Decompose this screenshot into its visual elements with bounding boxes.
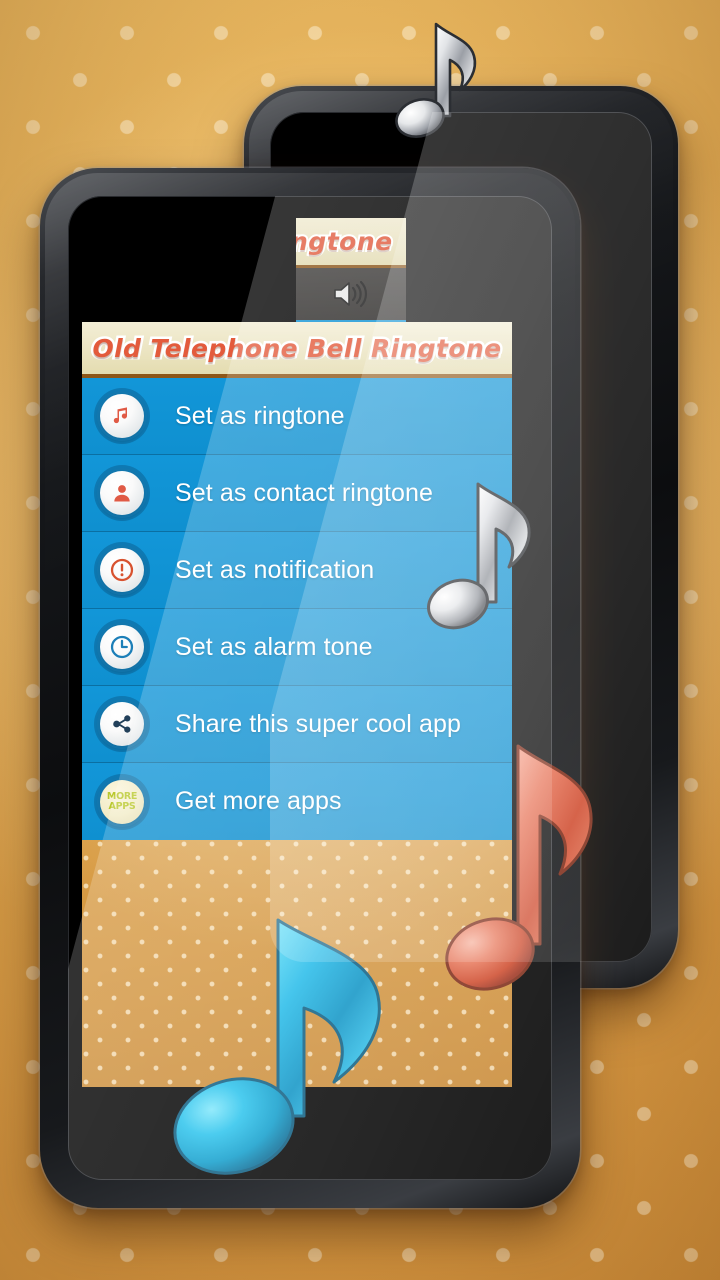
menu-item-set-as-ringtone[interactable]: Set as ringtone xyxy=(82,378,512,455)
share-icon-wrap xyxy=(100,702,144,746)
menu-item-label: Get more apps xyxy=(175,787,342,815)
menu-item-get-more-apps[interactable]: MORE APPS Get more apps xyxy=(82,763,512,840)
page-title: Old Telephone Bell Ringtone xyxy=(90,331,504,365)
contact-person-icon-wrap xyxy=(100,471,144,515)
speaker-volume-icon xyxy=(334,280,368,308)
music-note-icon-wrap xyxy=(100,394,144,438)
menu-item-label: Set as notification xyxy=(175,555,375,584)
notification-alert-icon-wrap xyxy=(100,548,144,592)
more-apps-icon: MORE APPS xyxy=(100,779,144,824)
back-phone-volume-bar[interactable] xyxy=(296,268,406,320)
more-apps-icon-text: MORE APPS xyxy=(107,792,137,811)
contact-person-icon xyxy=(114,485,130,502)
menu-item-set-as-contact-ringtone[interactable]: Set as contact ringtone xyxy=(82,455,512,532)
menu-item-label: Set as alarm tone xyxy=(175,632,373,661)
menu-item-set-as-notification[interactable]: Set as notification xyxy=(82,532,512,609)
music-note-icon xyxy=(113,407,127,424)
share-icon xyxy=(113,715,131,733)
back-phone-title-text: ngtone xyxy=(296,225,394,258)
menu-item-label: Set as ringtone xyxy=(175,401,345,430)
menu-item-label: Set as contact ringtone xyxy=(175,478,434,507)
menu-item-label: Share this super cool app xyxy=(175,709,462,738)
front-phone-app-content: Old Telephone Bell Ringtone Set as ringt… xyxy=(82,322,512,1087)
alarm-clock-icon xyxy=(110,635,134,659)
more-apps-icon-line2: APPS xyxy=(108,800,136,812)
back-phone-title-bar: ngtone xyxy=(296,218,406,268)
menu-item-share-app[interactable]: Share this super cool app xyxy=(82,686,512,763)
notification-alert-icon xyxy=(110,558,134,582)
app-title-bar: Old Telephone Bell Ringtone xyxy=(82,322,512,378)
menu-item-set-as-alarm-tone[interactable]: Set as alarm tone xyxy=(82,609,512,686)
alarm-clock-icon-wrap xyxy=(100,625,144,669)
main-menu-list: Set as ringtone Set as contact ringtone xyxy=(82,378,512,840)
app-promo-screenshot: ngtone Old Telephone Bell Ringtone Set a… xyxy=(0,0,720,1280)
